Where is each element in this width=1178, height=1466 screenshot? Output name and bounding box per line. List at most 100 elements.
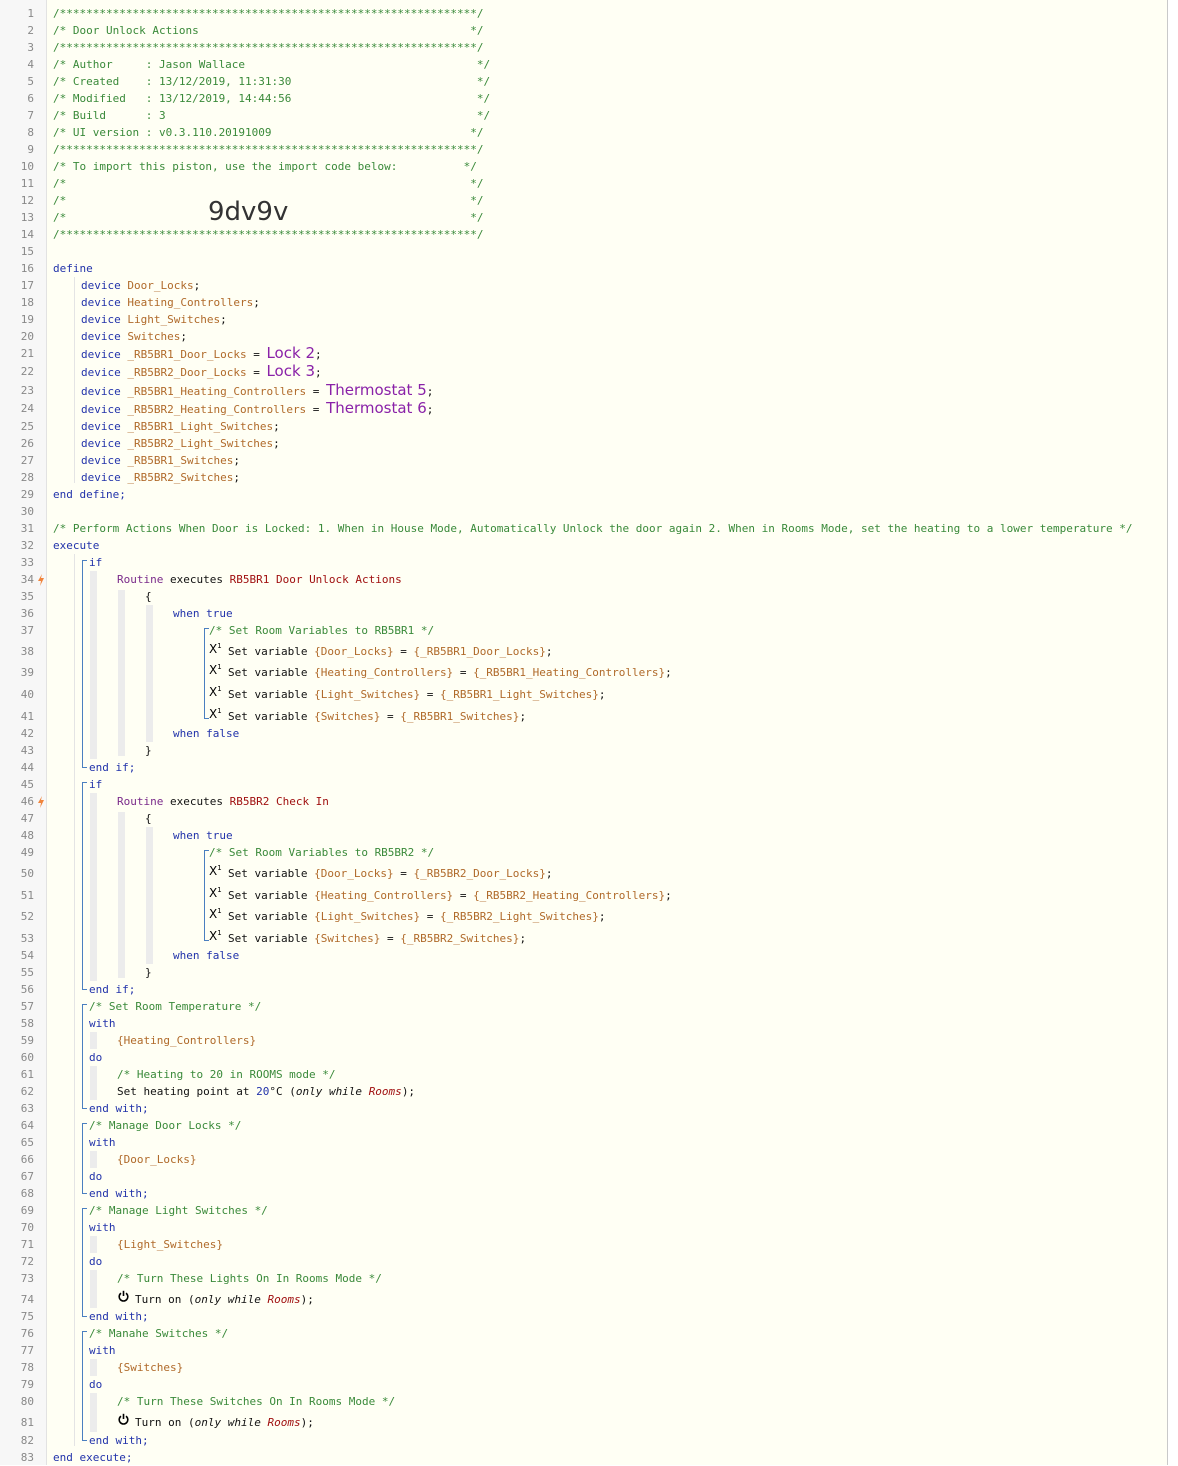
device-definition: device _RB5BR2_Heating_Controllers = The… — [81, 400, 433, 417]
code-line: { — [145, 810, 152, 827]
line-number: 33 — [20, 556, 34, 569]
line-number: 68 — [20, 1187, 34, 1200]
device-value: Thermostat 5 — [326, 381, 427, 399]
end-if-keyword: end if; — [89, 983, 136, 996]
line-number: 1 — [27, 7, 34, 20]
block-shade — [118, 590, 125, 756]
block-tick — [82, 989, 87, 990]
code-line: Routine executes RB5BR2 Check In — [117, 793, 329, 810]
code-token: ( — [181, 1293, 195, 1306]
block-shade — [90, 793, 97, 981]
device-keyword: device — [81, 296, 121, 309]
equals: = — [400, 645, 407, 658]
code-line: when true — [173, 827, 233, 844]
if-block-line — [82, 560, 83, 767]
device-name: _RB5BR1_Light_Switches — [127, 420, 274, 433]
line-number: 18 — [20, 296, 34, 309]
header-comment: /***************************************… — [53, 143, 484, 156]
code-line: execute — [53, 537, 99, 554]
statement-comment: /* Set Room Variables to RB5BR1 */ — [209, 624, 435, 637]
rooms-value: Rooms — [267, 1293, 301, 1306]
line-number: 8 — [27, 126, 34, 139]
code-token: ; — [545, 645, 553, 658]
block-tick — [82, 1193, 87, 1194]
code-line: Set variable {Heating_Controllers} = {_R… — [228, 664, 672, 681]
header-line: /* Door Unlock Actions */ — [53, 22, 483, 39]
variable-name: {Door_Locks} — [314, 645, 394, 658]
line-number: 26 — [20, 437, 34, 450]
routine-keyword: Routine — [117, 573, 164, 586]
device-value: Lock 3 — [266, 362, 315, 380]
device-definition: device _RB5BR1_Switches; — [81, 452, 240, 469]
action-comment: /* Heating to 20 in ROOMS mode */ — [117, 1068, 336, 1081]
line-number: 50 — [20, 867, 34, 880]
header-line: /* Modified : 13/12/2019, 14:44:56 */ — [53, 90, 490, 107]
code-token: = — [246, 348, 267, 361]
code-line: end if; — [89, 981, 135, 998]
set-variable-icon: X1 — [209, 642, 222, 656]
header-line: /* Created : 13/12/2019, 11:31:30 */ — [53, 73, 490, 90]
end-with-keyword: end with; — [89, 1310, 149, 1323]
block-shade — [90, 1236, 97, 1253]
device-name: _RB5BR1_Switches — [127, 454, 234, 467]
line-number: 55 — [20, 966, 34, 979]
piston-viewer: 1 2 3 4 5 6 7 8 9 10 11 12 13 14 15 16 17 18 19 20 21 22 23 24 2… — [0, 0, 1178, 1465]
line-number: 56 — [20, 983, 34, 996]
line-number: 58 — [20, 1017, 34, 1030]
code-token: ; — [598, 910, 606, 923]
code-line: with — [89, 1219, 116, 1236]
with-comment: /* Manage Door Locks */ — [89, 1119, 242, 1132]
code-line: /* Turn These Lights On In Rooms Mode */ — [117, 1270, 382, 1287]
rooms-value: Rooms — [267, 1416, 301, 1429]
variable-value: {_RB5BR1_Light_Switches} — [439, 688, 599, 701]
code-token: ; — [426, 403, 434, 416]
device-name: _RB5BR2_Light_Switches — [127, 437, 274, 450]
device-keyword: device — [81, 313, 121, 326]
code-token: ); — [401, 1085, 416, 1098]
code-token: ; — [233, 454, 240, 467]
block-shade — [90, 1151, 97, 1168]
code-line: end with; — [89, 1432, 149, 1449]
variable-value: {_RB5BR1_Switches} — [400, 710, 520, 723]
code-token: ; — [598, 688, 606, 701]
device-value: Lock 2 — [266, 344, 315, 362]
block-tick — [204, 940, 209, 941]
block-shade — [90, 1066, 97, 1100]
set-variable-text: Set variable — [228, 932, 308, 945]
executes-keyword: executes — [169, 573, 223, 586]
code-token: ; — [273, 437, 280, 450]
code-line: do — [89, 1049, 102, 1066]
code-line: Routine executes RB5BR1 Door Unlock Acti… — [117, 571, 402, 588]
set-variable-icon: X1 — [209, 707, 222, 721]
line-number: 61 — [20, 1068, 34, 1081]
line-number: 14 — [20, 228, 34, 241]
variable-value: {_RB5BR1_Door_Locks} — [413, 645, 546, 658]
code-line: when true — [173, 605, 233, 622]
set-variable-icon: X1 — [209, 663, 222, 677]
variable-value: {_RB5BR2_Switches} — [400, 932, 520, 945]
variable-name: {Light_Switches} — [314, 688, 421, 701]
line-number: 36 — [20, 607, 34, 620]
brace: { — [145, 590, 152, 603]
device-keyword: device — [81, 437, 121, 450]
code-token: ); — [300, 1293, 314, 1306]
code-line: if — [89, 776, 102, 793]
code-token: ; — [426, 385, 434, 398]
set-variable-text: Set variable — [228, 645, 308, 658]
with-device: {Heating_Controllers} — [117, 1034, 257, 1047]
set-variable-icon: X1 — [209, 685, 222, 699]
execute-block-line — [74, 554, 75, 1446]
line-number: 25 — [20, 420, 34, 433]
line-number: 30 — [20, 505, 34, 518]
code-token: ( — [282, 1085, 296, 1098]
import-code: 9dv9v — [208, 197, 289, 227]
set-variable-icon: X1 — [209, 886, 222, 900]
header-line: /* UI version : v0.3.110.20191009 */ — [53, 124, 483, 141]
line-number: 53 — [20, 932, 34, 945]
line-number: 27 — [20, 454, 34, 467]
code-line: with — [89, 1015, 116, 1032]
code-line: /* Heating to 20 in ROOMS mode */ — [117, 1066, 336, 1083]
